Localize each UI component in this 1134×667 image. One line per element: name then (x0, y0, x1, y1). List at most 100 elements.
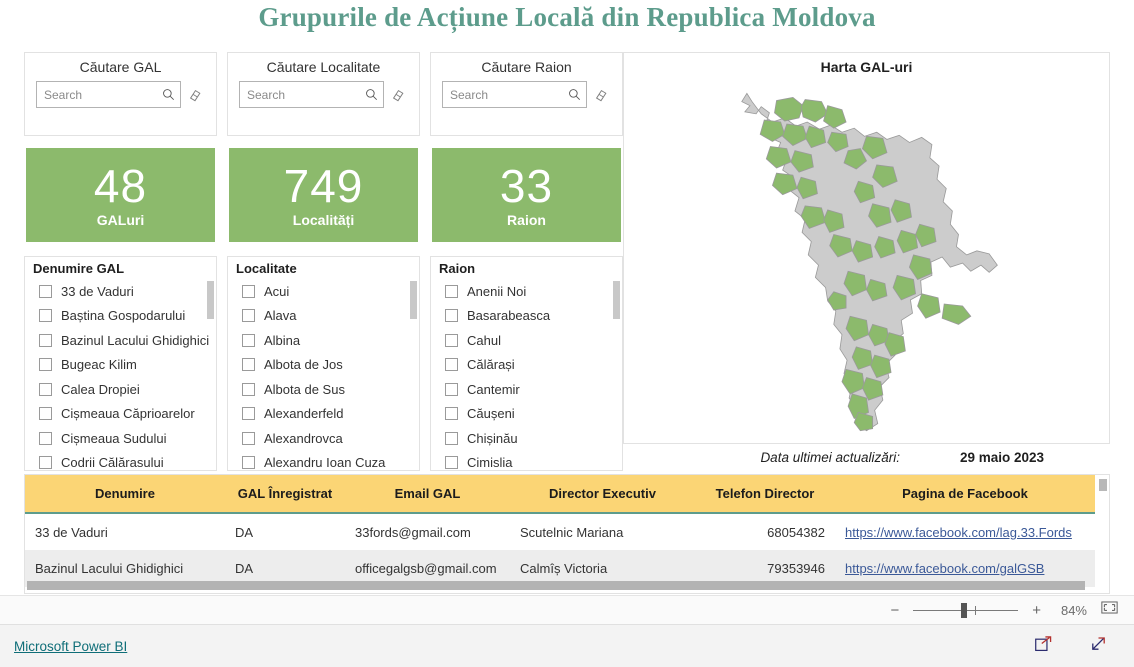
fit-to-page-icon[interactable] (1101, 601, 1118, 619)
share-icon[interactable] (1034, 634, 1053, 658)
cell-facebook[interactable]: https://www.facebook.com/lag.33.Fords (835, 513, 1095, 550)
checkbox[interactable] (242, 309, 255, 323)
checkbox[interactable] (242, 456, 255, 470)
list-item[interactable]: Calea Dropiei (33, 377, 212, 402)
checkbox[interactable] (445, 382, 458, 396)
checkbox[interactable] (39, 431, 52, 445)
scrollbar-thumb[interactable] (410, 281, 417, 319)
moldova-map[interactable] (624, 75, 1109, 443)
list-scrollbar[interactable] (207, 281, 214, 461)
list-items[interactable]: 33 de Vaduri Baștina Gospodarului Bazinu… (33, 279, 212, 470)
eraser-icon[interactable] (594, 88, 608, 102)
list-item[interactable]: Alexanderfeld (236, 402, 415, 427)
checkbox[interactable] (445, 407, 458, 421)
list-item[interactable]: Albota de Sus (236, 377, 415, 402)
zoom-toolbar[interactable]: − + 84% (0, 595, 1134, 624)
list-items[interactable]: Acui Alava Albina Albota de Jos Albota d… (236, 279, 415, 470)
scrollbar-thumb[interactable] (207, 281, 214, 319)
facebook-link[interactable]: https://www.facebook.com/galGSB (845, 561, 1044, 576)
list-item[interactable]: Codrii Călărasului (33, 451, 212, 470)
checkbox[interactable] (445, 358, 458, 372)
column-header-telefon[interactable]: Telefon Director (695, 475, 835, 514)
list-item[interactable]: Cahul (439, 328, 618, 353)
list-item[interactable]: Anenii Noi (439, 279, 618, 304)
list-item[interactable]: 33 de Vaduri (33, 279, 212, 304)
list-item[interactable]: Alexandrovca (236, 426, 415, 451)
checkbox[interactable] (39, 284, 52, 298)
list-item[interactable]: Chișinău (439, 426, 618, 451)
kpi-value: 48 (93, 159, 148, 212)
table-horizontal-scrollbar[interactable] (27, 581, 1091, 590)
checkbox[interactable] (242, 358, 255, 372)
zoom-out-button[interactable]: − (890, 603, 899, 618)
eraser-icon[interactable] (391, 88, 405, 102)
checkbox[interactable] (39, 382, 52, 396)
list-item[interactable]: Bugeac Kilim (33, 353, 212, 378)
list-item[interactable]: Cișmeaua Căprioarelor (33, 402, 212, 427)
search-input-gal[interactable] (36, 81, 181, 108)
list-item[interactable]: Acui (236, 279, 415, 304)
table-row[interactable]: 33 de Vaduri DA 33fords@gmail.com Scutel… (25, 513, 1095, 550)
checkbox[interactable] (445, 309, 458, 323)
list-item[interactable]: Albota de Jos (236, 353, 415, 378)
search-field[interactable] (44, 87, 162, 102)
checkbox[interactable] (445, 333, 458, 347)
list-item[interactable]: Albina (236, 328, 415, 353)
list-slicer-localitate[interactable]: Localitate Acui Alava Albina Albota de J… (227, 256, 420, 471)
cell-email: 33fords@gmail.com (355, 524, 471, 540)
checkbox[interactable] (242, 333, 255, 347)
search-field[interactable] (247, 87, 365, 102)
slicer-search-raion[interactable]: Căutare Raion (430, 52, 623, 136)
zoom-slider[interactable] (913, 602, 1019, 618)
table-vertical-scrollbar[interactable] (1099, 479, 1107, 591)
list-scrollbar[interactable] (613, 281, 620, 461)
list-item[interactable]: Călărași (439, 353, 618, 378)
slicer-search-localitate[interactable]: Căutare Localitate (227, 52, 420, 136)
list-item[interactable]: Baștina Gospodarului (33, 304, 212, 329)
list-item[interactable]: Cantemir (439, 377, 618, 402)
checkbox[interactable] (242, 431, 255, 445)
search-input-localitate[interactable] (239, 81, 384, 108)
column-header-facebook[interactable]: Pagina de Facebook (835, 475, 1095, 514)
checkbox[interactable] (445, 431, 458, 445)
column-header-inregistrat[interactable]: GAL Înregistrat (225, 475, 345, 514)
list-slicer-raion[interactable]: Raion Anenii Noi Basarabeasca Cahul Călă… (430, 256, 623, 471)
scrollbar-thumb[interactable] (613, 281, 620, 319)
list-item[interactable]: Bazinul Lacului Ghidighici (33, 328, 212, 353)
checkbox[interactable] (39, 407, 52, 421)
facebook-link[interactable]: https://www.facebook.com/lag.33.Fords (845, 525, 1072, 540)
checkbox[interactable] (242, 284, 255, 298)
zoom-in-button[interactable]: + (1032, 603, 1041, 618)
scrollbar-thumb[interactable] (27, 581, 1085, 590)
column-header-email[interactable]: Email GAL (345, 475, 510, 514)
powerbi-brand-link[interactable]: Microsoft Power BI (14, 639, 127, 654)
column-header-director[interactable]: Director Executiv (510, 475, 695, 514)
scrollbar-thumb[interactable] (1099, 479, 1107, 491)
map-visual[interactable]: Harta GAL-uri (623, 52, 1110, 444)
list-item[interactable]: Cișmeaua Sudului (33, 426, 212, 451)
slicer-search-gal[interactable]: Căutare GAL (24, 52, 217, 136)
checkbox[interactable] (39, 309, 52, 323)
list-slicer-denumire-gal[interactable]: Denumire GAL 33 de Vaduri Baștina Gospod… (24, 256, 217, 471)
fullscreen-icon[interactable] (1089, 634, 1108, 658)
checkbox[interactable] (242, 382, 255, 396)
eraser-icon[interactable] (188, 88, 202, 102)
data-table[interactable]: Denumire GAL Înregistrat Email GAL Direc… (24, 474, 1110, 594)
zoom-slider-thumb[interactable] (961, 602, 968, 618)
checkbox[interactable] (39, 333, 52, 347)
list-item[interactable]: Cimislia (439, 451, 618, 470)
search-field[interactable] (450, 87, 568, 102)
column-header-denumire[interactable]: Denumire (25, 475, 225, 514)
list-item[interactable]: Alava (236, 304, 415, 329)
checkbox[interactable] (445, 284, 458, 298)
checkbox[interactable] (445, 456, 458, 470)
search-input-raion[interactable] (442, 81, 587, 108)
list-scrollbar[interactable] (410, 281, 417, 461)
list-item[interactable]: Alexandru Ioan Cuza (236, 451, 415, 470)
list-item[interactable]: Basarabeasca (439, 304, 618, 329)
list-items[interactable]: Anenii Noi Basarabeasca Cahul Călărași C… (439, 279, 618, 470)
checkbox[interactable] (39, 456, 52, 470)
checkbox[interactable] (242, 407, 255, 421)
list-item[interactable]: Căușeni (439, 402, 618, 427)
checkbox[interactable] (39, 358, 52, 372)
